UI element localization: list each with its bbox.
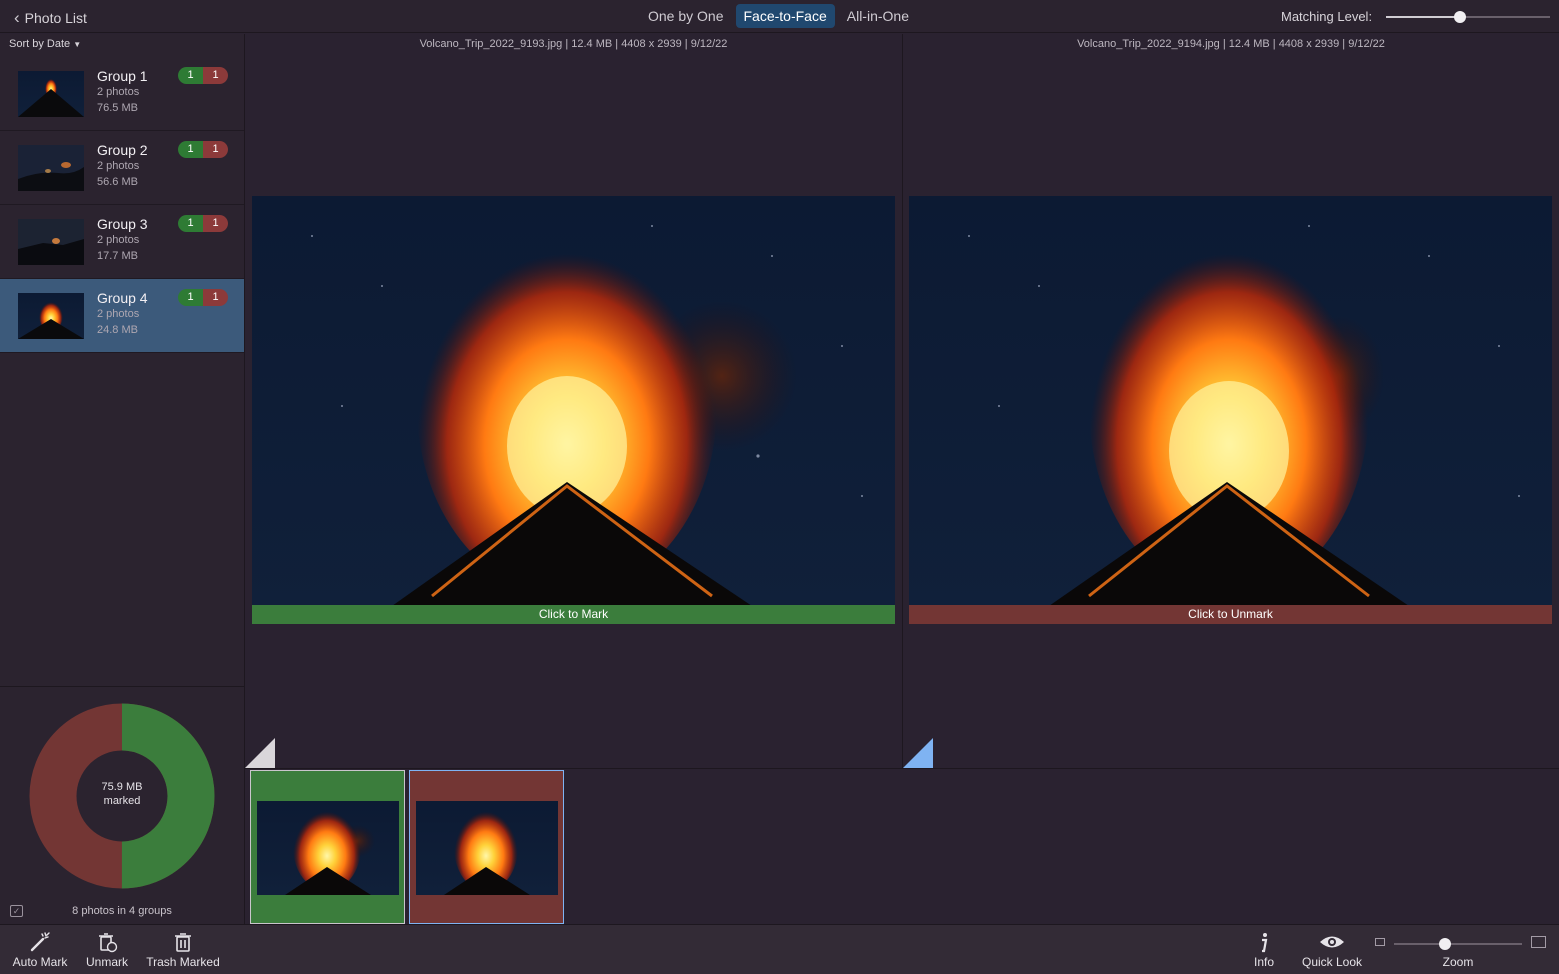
group-item-4[interactable]: Group 4 2 photos 24.8 MB 11 [0,279,244,353]
group-name: Group 2 [97,142,148,158]
matching-level-fill [1386,16,1460,18]
back-label: Photo List [24,10,87,26]
group-thumbnail [18,293,84,339]
group-thumbnail [18,219,84,265]
zoom-in-icon[interactable] [1531,936,1546,948]
compare-divider [902,34,903,768]
group-size: 56.6 MB [97,176,138,188]
zoom-label: Zoom [1442,955,1474,969]
group-item-2[interactable]: Group 2 2 photos 56.6 MB 11 [0,131,244,205]
group-photo-count: 2 photos [97,86,140,98]
click-to-mark-bar[interactable]: Click to Mark [252,605,895,624]
unmark-label: Unmark [85,955,128,969]
mode-one-by-one[interactable]: One by One [640,4,732,28]
mode-face-to-face[interactable]: Face-to-Face [735,4,835,28]
left-selection-corner [245,738,275,768]
kept-count: 1 [178,289,203,306]
back-to-photo-list-button[interactable]: ‹ Photo List [14,8,87,28]
marked-size-value: 75.9 MB [101,781,143,793]
volcano-image [909,196,1552,624]
group-thumbnail [18,71,84,117]
left-photo-info: Volcano_Trip_2022_9193.jpg | 12.4 MB | 4… [419,38,728,50]
right-selection-corner [903,738,933,768]
group-item-1[interactable]: Group 1 2 photos 76.5 MB 11 [0,57,244,131]
view-mode-switcher: One by One Face-to-Face All-in-One [640,4,917,28]
strip-thumb-image [257,801,399,895]
group-status-badge: 11 [178,215,228,232]
marked-size-text: 75.9 MB marked [76,780,168,808]
sort-label: Sort by Date [9,38,71,50]
unmark-button[interactable]: Unmark [84,931,130,969]
quick-look-button[interactable]: Quick Look [1300,931,1364,969]
zoom-out-icon[interactable] [1375,938,1385,946]
strip-thumb-image: 🗑 [416,801,558,895]
auto-mark-button[interactable]: Auto Mark [12,931,68,969]
volcano-image [252,196,895,624]
group-item-3[interactable]: Group 3 2 photos 17.7 MB 11 [0,205,244,279]
mode-all-in-one[interactable]: All-in-One [839,4,917,28]
photos-summary-text: 8 photos in 4 groups [72,905,172,917]
bottom-toolbar: Auto Mark Unmark Trash Marked Info Quick… [0,924,1559,974]
group-photo-count: 2 photos [97,160,140,172]
magic-wand-icon [30,932,50,952]
matching-level-knob[interactable] [1453,11,1466,23]
trash-icon [175,933,191,952]
group-status-badge: 11 [178,67,228,84]
group-size: 17.7 MB [97,250,138,262]
group-name: Group 4 [97,290,148,306]
trash-marked-label: Trash Marked [146,955,220,969]
chevron-left-icon: ‹ [14,8,20,27]
group-thumbnail [18,145,84,191]
unmark-trash-icon [99,933,118,953]
group-name: Group 1 [97,68,148,84]
strip-thumb-marked[interactable]: 🗑 [409,770,564,924]
kept-count: 1 [178,67,203,84]
marked-size-label: marked [103,795,141,807]
triangle-down-icon: ▼ [73,40,82,49]
click-to-unmark-bar[interactable]: Click to Unmark [909,605,1552,624]
group-size: 24.8 MB [97,324,138,336]
kept-count: 1 [178,215,203,232]
group-size: 76.5 MB [97,102,138,114]
right-photo[interactable]: Click to Unmark [909,196,1552,624]
info-label: Info [1253,955,1274,969]
marked-summary-panel: 75.9 MB marked ✓ 8 photos in 4 groups [0,686,244,924]
kept-count: 1 [178,141,203,158]
group-status-badge: 11 [178,289,228,306]
group-name: Group 3 [97,216,148,232]
quick-look-label: Quick Look [1301,955,1363,969]
zoom-slider[interactable] [1394,938,1522,950]
marked-count: 1 [203,141,228,158]
right-photo-info: Volcano_Trip_2022_9194.jpg | 12.4 MB | 4… [1077,38,1385,50]
group-status-badge: 11 [178,141,228,158]
marked-count: 1 [203,67,228,84]
info-icon [1262,933,1268,953]
top-bar: ‹ Photo List One by One Face-to-Face All… [0,0,1559,33]
marked-count: 1 [203,289,228,306]
group-photo-count: 2 photos [97,308,140,320]
marked-count: 1 [203,215,228,232]
matching-level-slider[interactable] [1386,11,1550,23]
trash-marked-button[interactable]: Trash Marked [145,931,221,969]
group-photo-count: 2 photos [97,234,140,246]
auto-mark-label: Auto Mark [12,955,68,969]
matching-level-label: Matching Level: [1281,9,1373,24]
eye-icon [1320,936,1344,948]
sort-by-date-dropdown[interactable]: Sort by Date ▼ [9,38,81,50]
zoom-slider-knob[interactable] [1439,938,1452,950]
strip-thumb-kept[interactable] [250,770,405,924]
left-photo[interactable]: Click to Mark [252,196,895,624]
info-button[interactable]: Info [1250,931,1278,969]
